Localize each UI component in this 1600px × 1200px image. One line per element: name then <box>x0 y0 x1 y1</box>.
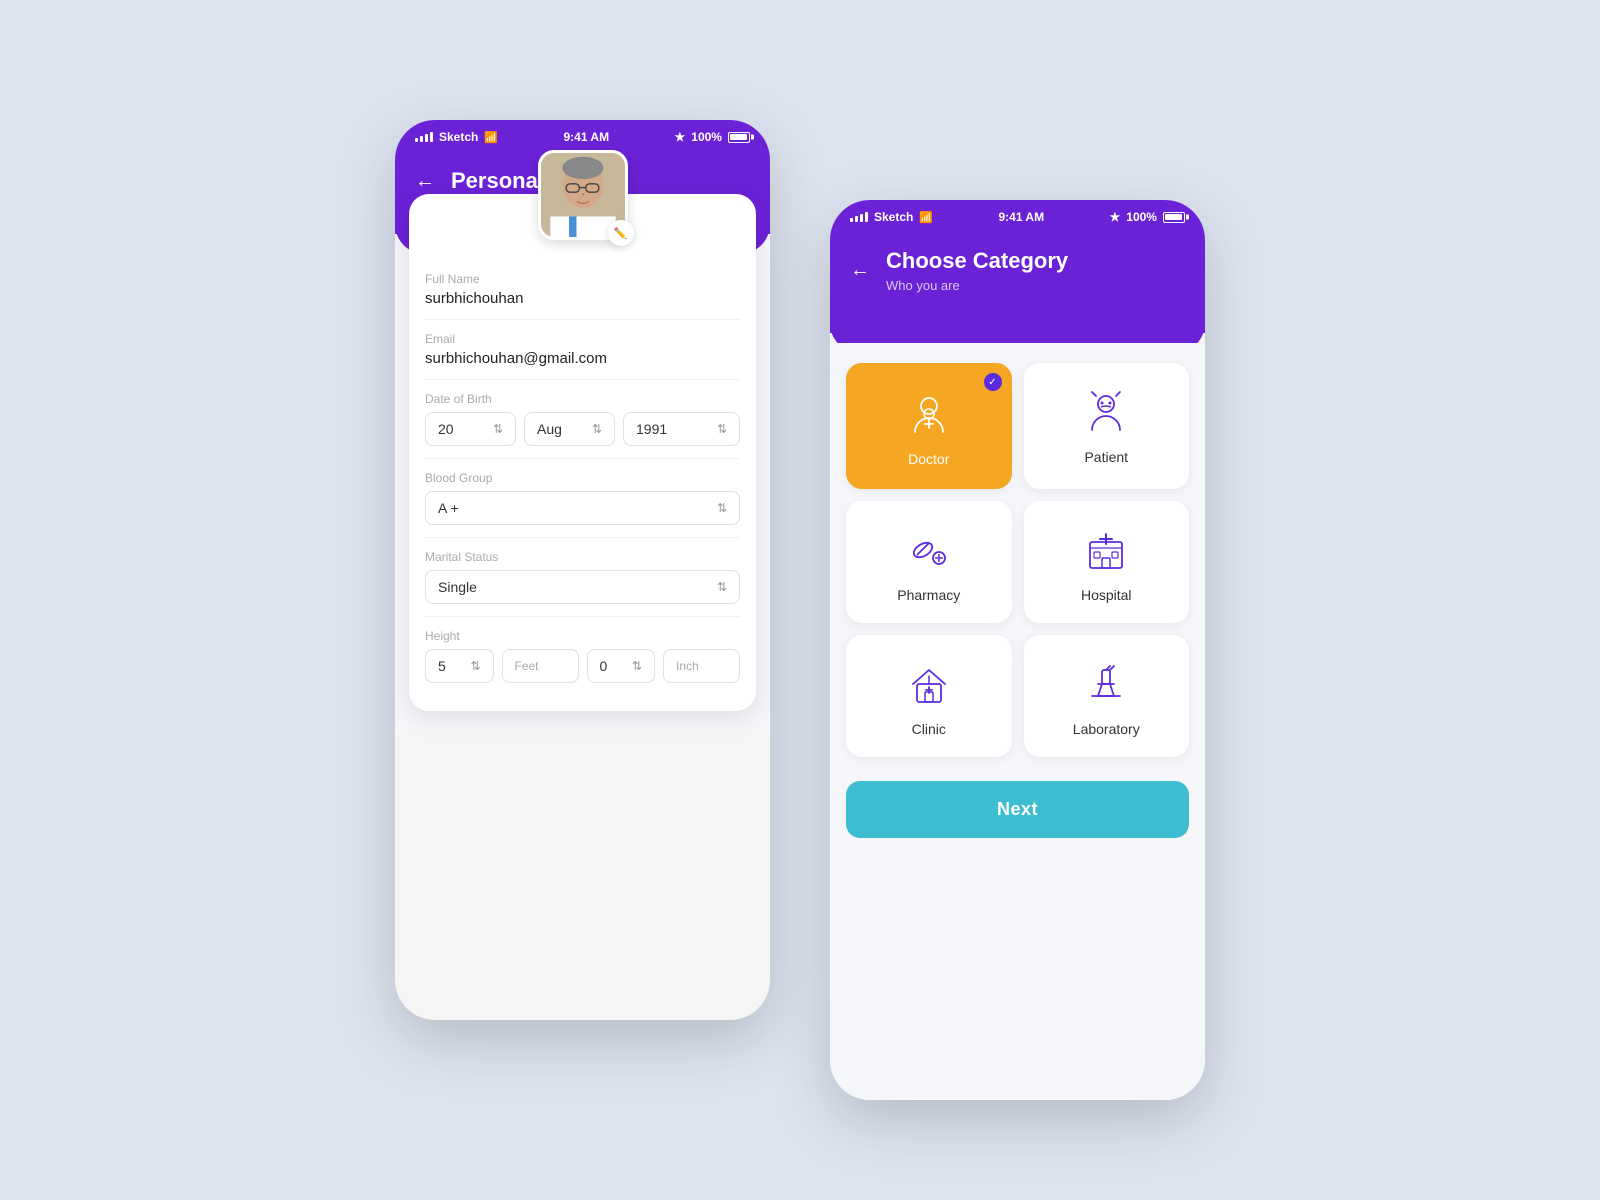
height-feet-unit: Feet <box>502 649 579 683</box>
categories-section: ✓ Doctor <box>830 343 1205 1100</box>
status-left-2: Sketch 📶 <box>850 210 933 224</box>
clinic-icon <box>904 659 954 709</box>
avatar-wrapper: ✏️ <box>538 150 628 240</box>
selected-checkmark: ✓ <box>984 373 1002 391</box>
status-left-1: Sketch 📶 <box>415 130 498 144</box>
marital-status-value: Single <box>438 579 477 595</box>
marital-status-chevron: ⇅ <box>717 580 727 594</box>
height-field: Height 5 ⇅ Feet 0 ⇅ <box>425 617 740 695</box>
height-inch-unit: Inch <box>663 649 740 683</box>
patient-icon <box>1081 387 1131 437</box>
height-inch-value: 0 <box>600 658 608 674</box>
dob-year-select[interactable]: 1991 ⇅ <box>623 412 740 446</box>
clinic-label: Clinic <box>912 721 946 737</box>
blood-group-label: Blood Group <box>425 471 740 485</box>
email-label: Email <box>425 332 740 346</box>
edit-avatar-icon[interactable]: ✏️ <box>608 220 634 246</box>
time-2: 9:41 AM <box>999 210 1045 224</box>
height-feet-chevron: ⇅ <box>470 659 480 673</box>
bluetooth-icon-2: ★ <box>1110 210 1121 224</box>
blood-group-select[interactable]: A + ⇅ <box>425 491 740 525</box>
category-laboratory[interactable]: Laboratory <box>1024 635 1190 757</box>
carrier-2: Sketch <box>874 210 913 224</box>
dob-day-value: 20 <box>438 421 454 437</box>
header-nav-2: ← Choose Category Who you are <box>850 248 1185 293</box>
pharmacy-label: Pharmacy <box>897 587 960 603</box>
avatar-section: ✏️ <box>425 150 740 240</box>
height-label: Height <box>425 629 740 643</box>
page-subtitle-2: Who you are <box>886 278 1068 293</box>
dob-year-chevron: ⇅ <box>717 422 727 436</box>
dob-day-select[interactable]: 20 ⇅ <box>425 412 516 446</box>
signal-icon-2 <box>850 212 868 222</box>
hospital-icon <box>1081 525 1131 575</box>
dob-field: Date of Birth 20 ⇅ Aug ⇅ 1991 ⇅ <box>425 380 740 459</box>
height-inch-select[interactable]: 0 ⇅ <box>587 649 656 683</box>
dob-month-value: Aug <box>537 421 562 437</box>
status-bar-2: Sketch 📶 9:41 AM ★ 100% <box>830 200 1205 232</box>
hospital-label: Hospital <box>1081 587 1132 603</box>
height-feet-select[interactable]: 5 ⇅ <box>425 649 494 683</box>
full-name-field: Full Name surbhichouhan <box>425 260 740 320</box>
laboratory-label: Laboratory <box>1073 721 1140 737</box>
marital-status-select[interactable]: Single ⇅ <box>425 570 740 604</box>
height-inch-chevron: ⇅ <box>632 659 642 673</box>
dob-label: Date of Birth <box>425 392 740 406</box>
next-button[interactable]: Next <box>846 781 1189 838</box>
signal-icon <box>415 132 433 142</box>
categories-grid: ✓ Doctor <box>830 343 1205 773</box>
height-row: 5 ⇅ Feet 0 ⇅ Inch <box>425 649 740 683</box>
marital-status-field: Marital Status Single ⇅ <box>425 538 740 617</box>
battery-percent-1: 100% <box>691 130 722 144</box>
category-hospital[interactable]: Hospital <box>1024 501 1190 623</box>
status-right-2: ★ 100% <box>1110 210 1185 224</box>
wifi-icon-2: 📶 <box>919 211 933 224</box>
email-field: Email surbhichouhan@gmail.com <box>425 320 740 380</box>
page-title-2: Choose Category <box>886 248 1068 274</box>
header-2: ← Choose Category Who you are <box>830 232 1205 333</box>
doctor-label: Doctor <box>908 451 949 467</box>
laboratory-icon <box>1081 659 1131 709</box>
marital-status-label: Marital Status <box>425 550 740 564</box>
category-patient[interactable]: Patient <box>1024 363 1190 489</box>
time-1: 9:41 AM <box>564 130 610 144</box>
battery-icon-2 <box>1163 212 1185 223</box>
phone-personal-details: Sketch 📶 9:41 AM ★ 100% ← Personal Detai… <box>395 120 770 1020</box>
battery-icon <box>728 132 750 143</box>
blood-group-chevron: ⇅ <box>717 501 727 515</box>
dob-day-chevron: ⇅ <box>493 422 503 436</box>
email-value[interactable]: surbhichouhan@gmail.com <box>425 350 740 367</box>
dob-month-select[interactable]: Aug ⇅ <box>524 412 615 446</box>
height-feet-value: 5 <box>438 658 446 674</box>
back-button-2[interactable]: ← <box>850 259 870 282</box>
blood-group-field: Blood Group A + ⇅ <box>425 459 740 538</box>
category-pharmacy[interactable]: Pharmacy <box>846 501 1012 623</box>
dob-month-chevron: ⇅ <box>592 422 602 436</box>
status-bar-1: Sketch 📶 9:41 AM ★ 100% <box>395 120 770 152</box>
header-text-2: Choose Category Who you are <box>886 248 1068 293</box>
category-clinic[interactable]: Clinic <box>846 635 1012 757</box>
dob-year-value: 1991 <box>636 421 667 437</box>
dob-row: 20 ⇅ Aug ⇅ 1991 ⇅ <box>425 412 740 446</box>
phone-choose-category: Sketch 📶 9:41 AM ★ 100% ← Choose Categor… <box>830 200 1205 1100</box>
wifi-icon: 📶 <box>484 131 498 144</box>
patient-label: Patient <box>1084 449 1128 465</box>
status-right-1: ★ 100% <box>675 130 750 144</box>
blood-group-value: A + <box>438 500 459 516</box>
doctor-icon <box>904 389 954 439</box>
carrier-1: Sketch <box>439 130 478 144</box>
full-name-label: Full Name <box>425 272 740 286</box>
category-doctor[interactable]: ✓ Doctor <box>846 363 1012 489</box>
bluetooth-icon: ★ <box>675 130 686 144</box>
full-name-value[interactable]: surbhichouhan <box>425 290 740 307</box>
pharmacy-icon <box>904 525 954 575</box>
form-card: ✏️ Full Name surbhichouhan Email surbhic… <box>409 194 756 711</box>
battery-percent-2: 100% <box>1126 210 1157 224</box>
